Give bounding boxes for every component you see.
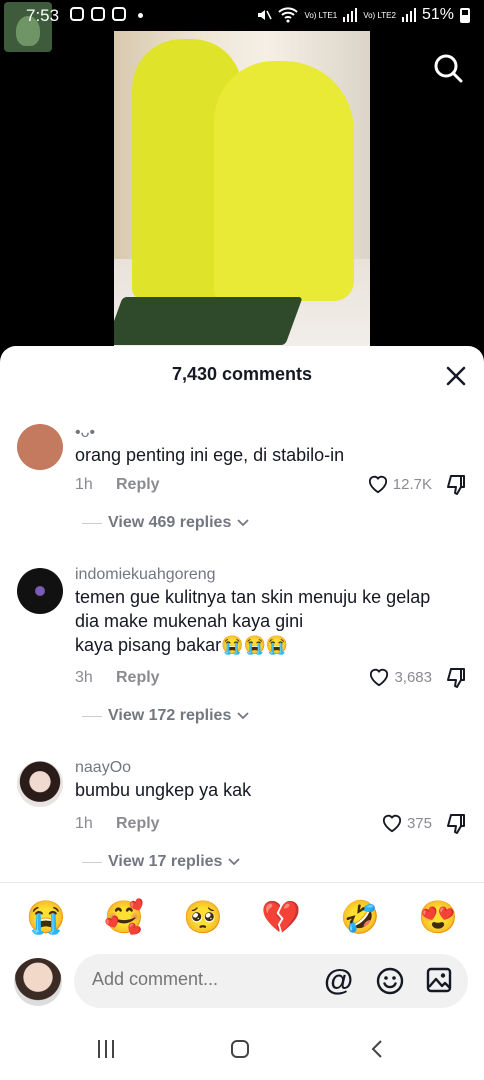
view-replies-label: View 172 replies: [108, 707, 232, 724]
chevron-down-icon: [228, 858, 241, 866]
signal-icon: [343, 8, 358, 22]
comment-composer: @: [74, 954, 468, 1008]
prayer-rug: [114, 297, 303, 345]
like-button[interactable]: 375: [381, 813, 432, 833]
chevron-down-icon: [237, 519, 249, 527]
search-icon[interactable]: [432, 52, 464, 84]
reply-button[interactable]: Reply: [116, 476, 160, 494]
emoji-picker-icon[interactable]: [376, 967, 404, 995]
recent-apps-icon[interactable]: [96, 1040, 116, 1058]
emoji-crying-button[interactable]: 😭: [26, 898, 66, 936]
heart-icon: [382, 814, 402, 833]
emoji-pleading-button[interactable]: 🥺: [183, 898, 223, 936]
status-time: 7:53: [26, 6, 60, 25]
divider-line: [82, 522, 102, 524]
like-button[interactable]: 3,683: [368, 667, 432, 687]
view-replies-label: View 17 replies: [108, 853, 223, 870]
comment-text: bumbu ungkep ya kak: [75, 780, 252, 800]
home-icon[interactable]: [231, 1040, 249, 1058]
view-replies-button[interactable]: View 469 replies: [82, 514, 249, 532]
battery-percent: 51%: [421, 6, 454, 23]
dislike-icon[interactable]: [444, 473, 468, 497]
video-figure: [214, 61, 354, 301]
comments-sheet: 7,430 comments •ᴗ• orang penting ini ege…: [0, 346, 484, 1080]
comment-text: orang penting ini ege, di stabilo-in: [75, 445, 345, 465]
reply-button[interactable]: Reply: [116, 669, 160, 687]
quick-emoji-bar: 😭 🥰 🥺 💔 🤣 😍: [0, 898, 484, 938]
dislike-icon[interactable]: [444, 812, 468, 836]
gallery-icon: [91, 7, 105, 21]
comment-time: 3h: [75, 669, 93, 686]
comment-username[interactable]: naayOo: [75, 759, 131, 777]
emoji-hearts-button[interactable]: 🥰: [104, 898, 144, 936]
mention-button[interactable]: @: [324, 964, 353, 998]
view-replies-button[interactable]: View 172 replies: [82, 707, 249, 725]
emoji-rofl-button[interactable]: 🤣: [340, 898, 380, 936]
notification-dot-icon: [138, 13, 143, 18]
image-icon[interactable]: [426, 967, 452, 993]
like-count: 12.7K: [392, 475, 432, 493]
reply-button[interactable]: Reply: [116, 815, 160, 833]
status-bar: 7:53 Vo) LTE1 Vo) LTE2 51%: [0, 0, 484, 52]
view-replies-button[interactable]: View 17 replies: [82, 853, 241, 871]
composer-divider: [0, 882, 484, 883]
mute-icon: [258, 10, 273, 20]
comments-count-title: 7,430 comments: [171, 364, 313, 384]
status-right: Vo) LTE1 Vo) LTE2 51%: [256, 6, 470, 24]
emoji-heart-eyes-button[interactable]: 😍: [418, 898, 458, 936]
my-avatar: [14, 958, 62, 1006]
comment-username[interactable]: indomiekuahgoreng: [75, 566, 216, 584]
video-player[interactable]: [114, 31, 370, 349]
view-replies-label: View 469 replies: [108, 514, 232, 531]
like-count: 3,683: [394, 668, 432, 686]
divider-line: [82, 715, 102, 717]
chevron-down-icon: [237, 712, 249, 720]
lte1-label: Vo) LTE1: [304, 10, 338, 20]
heart-icon: [368, 475, 387, 494]
like-button[interactable]: 12.7K: [367, 474, 432, 494]
comment-text: temen gue kulitnya tan skin menuju ke ge…: [75, 587, 431, 655]
signal-icon: [401, 8, 416, 22]
back-icon[interactable]: [370, 1039, 384, 1059]
system-nav-bar: [0, 1030, 484, 1080]
add-comment-input[interactable]: [90, 968, 314, 991]
divider-line: [82, 861, 102, 863]
battery-icon: [460, 7, 470, 23]
comment-time: 1h: [75, 476, 93, 493]
lte2-label: Vo) LTE2: [363, 10, 396, 20]
instagram-icon: [112, 7, 126, 21]
wifi-icon: [278, 7, 299, 23]
like-count: 375: [406, 814, 432, 832]
close-icon[interactable]: [444, 364, 468, 388]
instagram-icon: [70, 7, 84, 21]
emoji-broken-heart-button[interactable]: 💔: [261, 898, 301, 936]
comment-username[interactable]: •ᴗ•: [75, 424, 95, 442]
avatar[interactable]: [17, 761, 63, 807]
heart-icon: [370, 668, 389, 687]
comment-time: 1h: [75, 815, 93, 832]
avatar[interactable]: [17, 568, 63, 614]
avatar[interactable]: [17, 424, 63, 470]
dislike-icon[interactable]: [444, 666, 468, 690]
